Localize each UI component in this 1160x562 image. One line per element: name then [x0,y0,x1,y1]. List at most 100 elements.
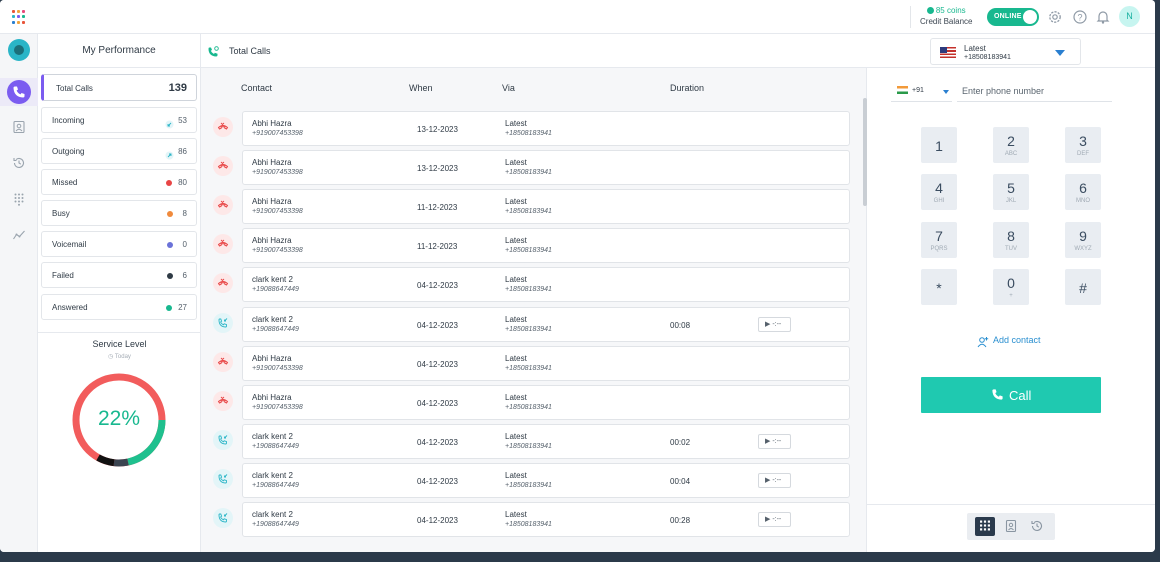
missed-call-icon [213,390,233,411]
key-digit: 1 [935,138,943,154]
nav-contacts-icon[interactable] [12,120,26,134]
stat-answered[interactable]: Answered 27 [41,294,197,320]
call-row[interactable]: Abhi Hazra +919007453398 04-12-2023 Latest +… [242,345,850,381]
dialpad-key[interactable]: 4 GHI [921,174,957,210]
call-row[interactable]: Abhi Hazra +919007453398 04-12-2023 Latest +… [242,384,850,420]
dialpad-key[interactable]: 9 WXYZ [1065,222,1101,258]
online-toggle[interactable]: ONLINE [987,8,1039,26]
add-contact-icon[interactable] [977,335,989,348]
key-digit: 5 [1007,180,1015,196]
recording-play-button[interactable]: ▶ -:-- [758,512,791,527]
svg-text:?: ? [1077,13,1082,23]
stat-label: Outgoing [52,147,85,156]
dialpad-key[interactable]: 5 JKL [993,174,1029,210]
stat-missed[interactable]: Missed 80 [41,169,197,195]
stat-failed[interactable]: Failed 6 [41,262,197,288]
call-date: 04-12-2023 [417,320,458,330]
dialpad-key[interactable]: 0 + [993,269,1029,305]
nav-calls-phone-icon[interactable] [7,80,31,104]
user-avatar[interactable]: N [1119,6,1140,27]
dialpad-key[interactable]: * [921,269,957,305]
help-icon[interactable]: ? [1072,9,1088,25]
stat-busy[interactable]: Busy 8 [41,200,197,226]
dialpad-key[interactable]: 1 [921,127,957,163]
calls-panel: Total Calls Contact When Via Duration Ab… [201,34,867,552]
call-button[interactable]: Call [921,377,1101,413]
key-letters: + [1009,293,1013,299]
dialpad-key[interactable]: # [1065,269,1101,305]
nav-history-icon[interactable] [12,156,26,170]
call-row[interactable]: clark kent 2 +19088647449 04-12-2023 Latest… [242,502,850,537]
column-header-contact[interactable]: Contact [241,83,272,93]
service-level-value: 22% [97,407,141,430]
call-row[interactable]: clark kent 2 +19088647449 04-12-2023 Latest… [242,462,850,498]
contact-name: Abhi Hazra [252,392,292,402]
column-header-duration[interactable]: Duration [670,83,704,93]
stat-outgoing[interactable]: Outgoing 86 [41,138,197,164]
status-dot [166,305,172,311]
notification-bell-icon[interactable] [1095,9,1111,25]
column-header-via[interactable]: Via [502,83,515,93]
stat-incoming[interactable]: Incoming 53 [41,107,197,133]
nav-analytics-icon[interactable] [12,228,26,242]
tab-history-icon[interactable] [1027,517,1047,536]
call-row[interactable]: Abhi Hazra +919007453398 13-12-2023 Latest +… [242,150,850,186]
call-row[interactable]: clark kent 2 +19088647449 04-12-2023 Latest… [242,306,850,342]
performance-panel: My Performance Total Calls 139 Incoming … [38,34,201,552]
coins-label: 85 coins [935,6,966,15]
call-row[interactable]: Abhi Hazra +919007453398 11-12-2023 Latest +… [242,228,850,264]
nav-dialpad-icon[interactable] [12,192,26,206]
call-row[interactable]: Abhi Hazra +919007453398 13-12-2023 Latest +… [242,111,850,146]
incoming-icon [165,116,174,129]
call-duration: 00:02 [670,437,691,447]
key-letters: ABC [1004,151,1018,157]
recording-play-button[interactable]: ▶ -:-- [758,433,791,449]
via-line-name: Latest [505,314,527,324]
dialpad-key[interactable]: 6 MNO [1065,174,1101,210]
key-digit: 4 [935,180,943,196]
stat-count: 6 [182,271,187,280]
recording-play-button[interactable]: ▶ -:-- [758,316,791,332]
dialpad-key[interactable]: 7 PQRS [921,222,957,258]
tab-dialpad-icon[interactable] [975,517,995,536]
dialpad-key[interactable]: 2 ABC [993,127,1029,163]
country-code-select[interactable]: +91 [891,81,952,102]
tab-contacts-icon[interactable] [1001,517,1021,536]
call-row[interactable]: clark kent 2 +19088647449 04-12-2023 Latest… [242,423,850,459]
country-code: +91 [912,87,924,94]
call-date: 04-12-2023 [417,359,458,369]
recording-play-button[interactable]: ▶ -:-- [758,472,791,488]
stat-label: Answered [52,303,88,312]
status-dot [166,180,172,186]
dialpad-key[interactable]: 3 DEF [1065,127,1101,163]
contact-number: +919007453398 [252,364,303,372]
call-row[interactable]: clark kent 2 +19088647449 04-12-2023 Latest… [242,267,850,303]
stat-count: 0 [182,240,187,249]
key-digit: 6 [1079,180,1087,196]
contact-name: Abhi Hazra [252,119,292,128]
left-nav-rail [0,34,38,552]
via-line-name: Latest [505,158,527,168]
settings-gear-icon[interactable] [1047,9,1063,25]
dialpad-key[interactable]: 8 TUV [993,222,1029,258]
stat-count: 139 [168,82,187,94]
add-contact-link[interactable]: Add contact [993,335,1041,345]
phone-icon [992,389,1003,400]
call-row[interactable]: Abhi Hazra +919007453398 11-12-2023 Latest +… [242,189,850,225]
stat-count: 27 [178,303,187,312]
call-date: 04-12-2023 [417,398,458,408]
credit-balance[interactable]: 85 coins Credit Balance [920,6,972,26]
column-header-when[interactable]: When [409,83,433,93]
phone-number-input[interactable] [957,81,1112,102]
via-line-number: +18508183941 [505,325,552,333]
key-letters: JKL [1005,198,1017,204]
caller-line-select[interactable]: Latest +18508183941 [930,38,1081,65]
service-level-section: Service Level ◷ Today 22% [38,332,201,552]
app-logo[interactable] [8,39,30,61]
call-date: 04-12-2023 [417,516,458,525]
call-date: 11-12-2023 [417,242,458,252]
stat-total-calls[interactable]: Total Calls 139 [41,74,197,101]
apps-grid-icon[interactable] [12,10,26,24]
stat-voicemail[interactable]: Voicemail 0 [41,231,197,257]
calls-header: Total Calls [201,34,867,68]
